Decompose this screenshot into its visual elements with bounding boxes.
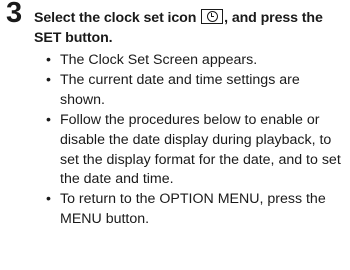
bullet-dot: • [46, 111, 51, 128]
step-heading-text-1: Select the clock set icon [34, 10, 201, 26]
bullet-list: • The Clock Set Screen appears. • The cu… [46, 51, 344, 230]
step-number: 3 [6, 0, 23, 29]
instruction-step: 3 Select the clock set icon , and press … [0, 0, 350, 270]
list-item: • To return to the OPTION MENU, press th… [46, 190, 344, 230]
bullet-text: The Clock Set Screen appears. [60, 52, 258, 68]
bullet-dot: • [46, 191, 51, 208]
list-item: • The current date and time settings are… [46, 71, 344, 111]
bullet-dot: • [46, 71, 51, 88]
bullet-text: The current date and time settings are s… [60, 71, 300, 108]
step-heading: Select the clock set icon , and press th… [34, 8, 340, 48]
list-item: • The Clock Set Screen appears. [46, 51, 344, 71]
bullet-text: Follow the procedures below to enable or… [60, 111, 341, 188]
clock-icon [201, 9, 224, 24]
bullet-text: To return to the OPTION MENU, press the … [60, 191, 326, 228]
list-item: • Follow the procedures below to enable … [46, 111, 344, 191]
bullet-dot: • [46, 52, 51, 68]
